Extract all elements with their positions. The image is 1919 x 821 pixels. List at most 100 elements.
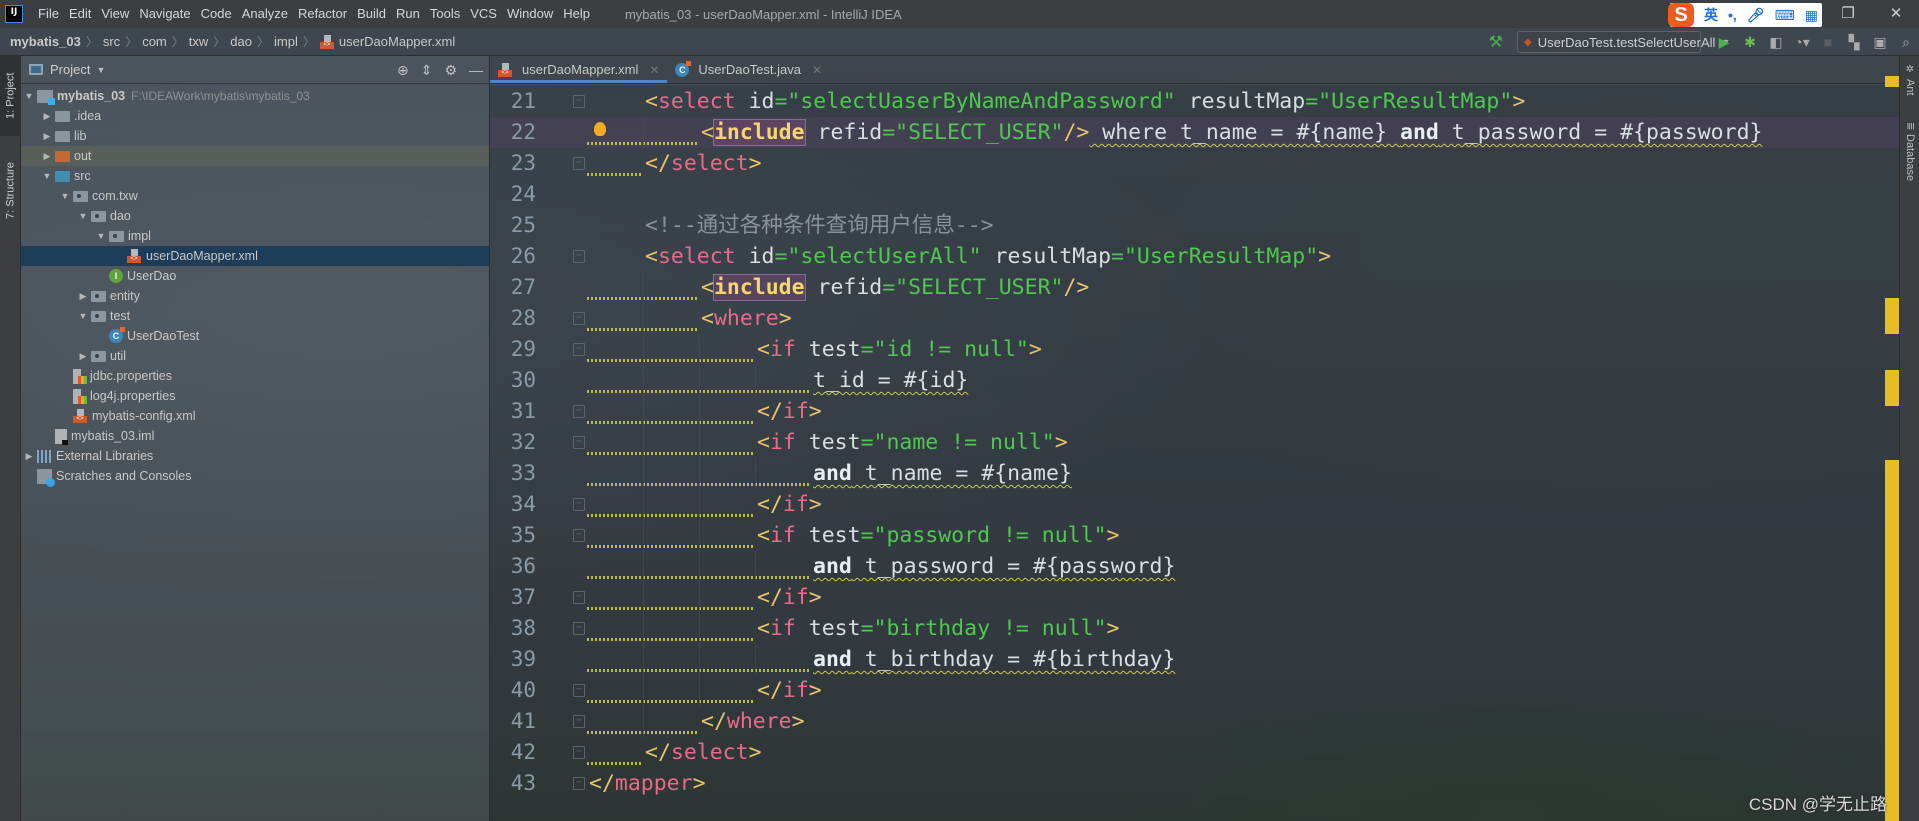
tree-item[interactable]: ▶ External Libraries <box>21 446 489 466</box>
menu-help[interactable]: Help <box>558 0 595 28</box>
menu-file[interactable]: File <box>33 0 64 28</box>
layout-icon[interactable]: ▣ <box>1867 34 1893 51</box>
code-line[interactable]: 23 − </select> <box>490 148 1899 179</box>
warning-mark[interactable] <box>1885 76 1899 87</box>
chevron-down-icon[interactable]: ▼ <box>21 91 37 101</box>
fold-close-icon[interactable]: − <box>573 157 585 170</box>
code-line[interactable]: 42 − </select> <box>490 737 1899 768</box>
warning-mark[interactable] <box>1885 460 1899 821</box>
menu-analyze[interactable]: Analyze <box>237 0 293 28</box>
tab-project-tool[interactable]: 1: Project <box>0 56 21 136</box>
chevron-right-icon[interactable]: ▶ <box>39 131 55 142</box>
hammer-icon[interactable]: ⚒ <box>1489 32 1503 52</box>
code-line[interactable]: 27 <include refid="SELECT_USER"/> <box>490 272 1899 303</box>
menu-tools[interactable]: Tools <box>425 0 465 28</box>
code-line[interactable]: 37 − </if> <box>490 582 1899 613</box>
tree-item[interactable]: ▼ impl <box>21 226 489 246</box>
breadcrumb-item[interactable]: src <box>100 34 123 49</box>
menu-window[interactable]: Window <box>502 0 558 28</box>
stop-icon[interactable]: ■ <box>1815 34 1841 50</box>
code-line[interactable]: 28 − <where> <box>490 303 1899 334</box>
coverage-icon[interactable]: ◧ <box>1763 34 1789 51</box>
project-view-selector[interactable]: Project <box>50 62 90 77</box>
fold-open-icon[interactable]: − <box>573 436 585 449</box>
tree-item[interactable]: C UserDaoTest <box>21 326 489 346</box>
fold-close-icon[interactable]: − <box>573 684 585 697</box>
tree-item[interactable]: ▼ test <box>21 306 489 326</box>
breadcrumb-item[interactable]: impl <box>271 34 301 49</box>
ime-punct-button[interactable]: •, <box>1728 7 1737 23</box>
chevron-down-icon[interactable]: ▼ <box>57 191 73 201</box>
menu-run[interactable]: Run <box>391 0 425 28</box>
project-structure-icon[interactable]: ▚ <box>1841 34 1867 51</box>
tree-item[interactable]: Scratches and Consoles <box>21 466 489 487</box>
fold-open-icon[interactable]: − <box>573 95 585 108</box>
warning-mark[interactable] <box>1885 370 1899 406</box>
breadcrumb-item[interactable]: dao <box>227 34 255 49</box>
tree-item[interactable]: mybatis_03.iml <box>21 426 489 446</box>
profile-icon[interactable]: ◔▾ <box>1789 34 1815 51</box>
chevron-down-icon[interactable]: ▼ <box>75 311 91 321</box>
locate-icon[interactable]: ⊕ <box>397 62 409 79</box>
tree-item[interactable]: mybatis-config.xml <box>21 406 489 426</box>
search-icon[interactable]: ⌕ <box>1893 34 1919 51</box>
code-line[interactable]: 31 − </if> <box>490 396 1899 427</box>
code-line[interactable]: 22 <include refid="SELECT_USER"/> where t… <box>490 117 1899 148</box>
chevron-right-icon[interactable]: ▶ <box>21 451 37 462</box>
code-line[interactable]: 26 − <select id="selectUserAll" resultMap=… <box>490 241 1899 272</box>
code-line[interactable]: 32 − <if test="name != null"> <box>490 427 1899 458</box>
tree-item[interactable]: ▶ entity <box>21 286 489 306</box>
fold-open-icon[interactable]: − <box>573 343 585 356</box>
chevron-down-icon[interactable]: ▼ <box>93 231 109 241</box>
code-line[interactable]: 35 − <if test="password != null"> <box>490 520 1899 551</box>
fold-open-icon[interactable]: − <box>573 529 585 542</box>
tree-item[interactable]: log4j.properties <box>21 386 489 406</box>
tab-structure-tool[interactable]: 7: Structure <box>0 146 21 236</box>
error-stripe[interactable] <box>1885 56 1899 821</box>
code-line[interactable]: 39 and t_birthday = #{birthday} <box>490 644 1899 675</box>
fold-open-icon[interactable]: − <box>573 622 585 635</box>
gear-icon[interactable]: ⚙ <box>444 62 457 79</box>
fold-open-icon[interactable]: − <box>573 250 585 263</box>
code-area[interactable]: 21− <select id="selectUaserByNameAndPassw… <box>490 85 1899 821</box>
debug-icon[interactable]: ✱ <box>1737 34 1763 51</box>
tab-database-tool[interactable]: ≣ Database <box>1900 122 1919 212</box>
chevron-right-icon[interactable]: ▶ <box>39 111 55 122</box>
code-line[interactable]: 24 <box>490 179 1899 210</box>
menu-vcs[interactable]: VCS <box>465 0 502 28</box>
breadcrumb-item[interactable]: userDaoMapper.xml <box>317 34 458 49</box>
code-line[interactable]: 41 − </where> <box>490 706 1899 737</box>
restore-window-button[interactable]: ❐ <box>1825 0 1871 28</box>
menu-view[interactable]: View <box>96 0 134 28</box>
breadcrumb-item[interactable]: txw <box>186 34 212 49</box>
run-icon[interactable]: ▶ <box>1711 34 1737 51</box>
apps-icon[interactable]: ▦ <box>1805 7 1818 24</box>
ime-mode-button[interactable]: 英 <box>1704 5 1718 25</box>
fold-close-icon[interactable]: − <box>573 777 585 790</box>
tree-item[interactable]: ▶ util <box>21 346 489 366</box>
code-line[interactable]: 36 and t_password = #{password} <box>490 551 1899 582</box>
code-line[interactable]: 43 − </mapper> <box>490 768 1899 799</box>
tree-item[interactable]: ▶ .idea <box>21 106 489 126</box>
tree-item[interactable]: ▶ out <box>21 146 489 166</box>
menu-code[interactable]: Code <box>196 0 237 28</box>
fold-open-icon[interactable]: − <box>573 312 585 325</box>
hide-icon[interactable]: — <box>469 62 483 78</box>
code-line[interactable]: 30 t_id = #{id} <box>490 365 1899 396</box>
fold-close-icon[interactable]: − <box>573 405 585 418</box>
code-line[interactable]: 21 − <select id="selectUaserByNameAndPassw… <box>490 86 1899 117</box>
collapse-all-icon[interactable]: ⇕ <box>421 62 433 79</box>
close-tab-icon[interactable]: ✕ <box>812 63 822 77</box>
close-tab-icon[interactable]: ✕ <box>649 63 659 77</box>
tree-item[interactable]: ▼ mybatis_03 F:\IDEAWork\mybatis\mybatis_0… <box>21 86 489 106</box>
chevron-right-icon[interactable]: ▶ <box>75 351 91 362</box>
breadcrumb-item[interactable]: com <box>139 34 170 49</box>
mic-icon[interactable]: 🎤︎ <box>1747 7 1765 24</box>
code-line[interactable]: 40 − </if> <box>490 675 1899 706</box>
code-line[interactable]: 38 − <if test="birthday != null"> <box>490 613 1899 644</box>
menu-navigate[interactable]: Navigate <box>134 0 195 28</box>
tree-item[interactable]: ▼ com.txw <box>21 186 489 206</box>
editor-tab[interactable]: C UserDaoTest.java ✕ <box>667 56 830 83</box>
chevron-right-icon[interactable]: ▶ <box>75 291 91 302</box>
fold-close-icon[interactable]: − <box>573 498 585 511</box>
